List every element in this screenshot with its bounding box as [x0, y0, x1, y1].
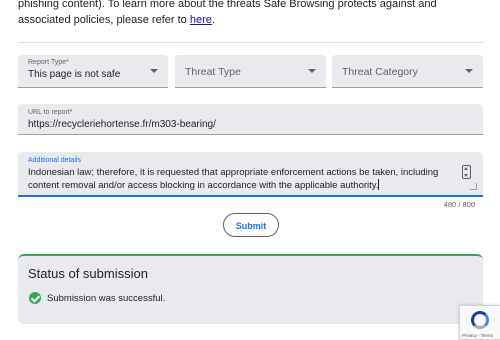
divider: [18, 42, 484, 43]
resize-handle-icon[interactable]: [470, 183, 477, 190]
submit-button[interactable]: Submit: [223, 213, 279, 237]
intro-end: .: [211, 14, 215, 26]
intro-text: phishing content). To learn more about t…: [18, 0, 488, 28]
url-value: https://recycleriehortense.fr/m303-beari…: [28, 119, 216, 130]
report-type-value: This page is not safe: [28, 69, 121, 80]
status-title: Status of submission: [28, 266, 148, 281]
threat-type-placeholder: Threat Type: [185, 66, 241, 78]
recaptcha-badge[interactable]: Privacy - Terms: [459, 305, 500, 340]
report-type-label: Report Type*: [28, 59, 69, 66]
caret-down-icon: [465, 69, 473, 73]
check-circle-icon: [29, 292, 41, 304]
policy-link[interactable]: here: [190, 14, 212, 26]
url-label: URL to report*: [28, 109, 73, 116]
details-label: Additional details: [28, 157, 81, 164]
caret-down-icon: [150, 69, 158, 73]
spin-arrows-icon[interactable]: [462, 165, 471, 179]
url-field[interactable]: URL to report* https://recycleriehortens…: [18, 104, 483, 135]
status-panel: Status of submission Submission was succ…: [18, 254, 483, 324]
text-cursor: [378, 179, 380, 190]
intro-body: phishing content). To learn more about t…: [18, 0, 437, 26]
status-message: Submission was successful.: [47, 293, 166, 304]
recaptcha-icon: [471, 311, 489, 329]
report-type-select[interactable]: Report Type* This page is not safe: [18, 55, 168, 88]
caret-down-icon: [308, 69, 316, 73]
threat-category-select[interactable]: Threat Category: [332, 55, 483, 88]
threat-type-select[interactable]: Threat Type: [175, 55, 326, 88]
details-line-2: content removal and/or access blocking i…: [28, 180, 379, 191]
threat-category-placeholder: Threat Category: [342, 66, 418, 78]
details-text: Indonesian law; therefore, it is request…: [28, 166, 453, 192]
details-textarea[interactable]: Additional details Indonesian law; there…: [18, 152, 483, 197]
recaptcha-terms[interactable]: Privacy - Terms: [462, 333, 493, 338]
char-counter: 480 / 800: [443, 200, 475, 209]
details-line-1: Indonesian law; therefore, it is request…: [28, 167, 439, 178]
